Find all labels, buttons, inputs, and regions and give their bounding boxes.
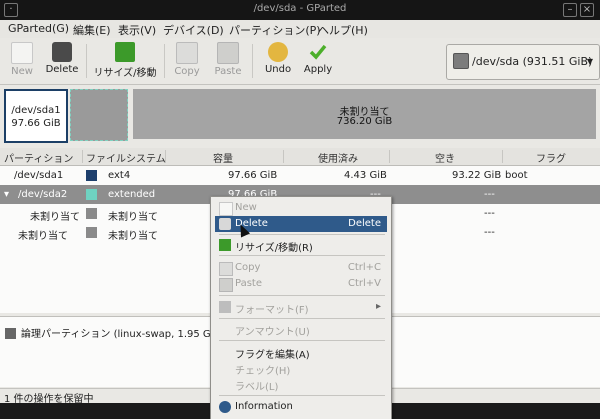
ctx-paste[interactable]: Paste Ctrl+V [215,276,387,292]
graph-partition-sda1[interactable]: /dev/sda1 97.66 GiB [4,89,68,143]
menu-view[interactable]: 表示(V) [118,22,156,38]
header-filesystem[interactable]: ファイルシステム [86,150,166,165]
menu-separator [219,340,385,341]
ctx-check[interactable]: チェック(H) [215,360,387,377]
toolbar-separator [164,44,165,78]
pending-operation-item[interactable]: 論理パーティション (linux-swap, 1.95 GiB) [5,325,224,340]
info-icon [219,401,231,413]
format-icon [219,301,231,313]
fs-color-swatch [86,227,97,238]
header-partition[interactable]: パーティション [4,150,73,165]
drive-icon [5,328,16,339]
menu-partition[interactable]: パーティション(P) [229,22,321,38]
title-bar: · /dev/sda - GParted – × [0,0,600,20]
graph-unallocated[interactable]: 未割り当て 736.20 GiB [133,89,596,139]
toolbar-separator [86,44,87,78]
submenu-arrow-icon: ▸ [375,301,381,312]
header-size[interactable]: 容量 [213,150,233,165]
device-selector[interactable]: /dev/sda (931.51 GiB) ▼ [446,44,600,80]
column-divider [165,150,166,163]
apply-button[interactable]: Apply [300,38,336,84]
column-divider [82,150,83,163]
resize-icon [219,239,231,251]
copy-icon [219,262,233,276]
table-row[interactable]: /dev/sda1 ext4 97.66 GiB 4.43 GiB 93.22 … [0,166,600,185]
fs-color-swatch [86,208,97,219]
ctx-format[interactable]: フォーマット(F) ▸ [215,299,387,316]
menu-help[interactable]: ヘルプ(H) [318,22,368,38]
menu-edit[interactable]: 編集(E) [73,22,111,38]
ctx-information[interactable]: Information [215,399,387,415]
copy-icon [176,42,198,64]
ctx-copy[interactable]: Copy Ctrl+C [215,260,387,276]
ctx-unmount[interactable]: アンマウント(U) [215,321,387,338]
ctx-resize[interactable]: リサイズ/移動(R) [215,237,387,254]
resize-button[interactable]: リサイズ/移動 [92,38,158,84]
menu-separator [219,395,385,396]
fs-color-swatch [86,170,97,181]
new-icon [219,202,233,216]
window-title: /dev/sda - GParted [253,3,347,14]
header-used[interactable]: 使用済み [318,150,358,165]
menu-gparted[interactable]: GParted(G) [8,22,69,35]
delete-icon [52,42,72,62]
delete-button[interactable]: Delete [42,38,82,84]
header-flags[interactable]: フラグ [536,150,566,165]
resize-icon [115,42,135,62]
fs-color-swatch [86,189,97,200]
new-icon [11,42,33,64]
undo-icon [268,42,288,62]
gparted-window: · /dev/sda - GParted – × GParted(G) 編集(E… [0,0,600,419]
ctx-new[interactable]: New [215,200,387,216]
paste-button[interactable]: Paste [210,38,246,84]
partition-graph: /dev/sda1 97.66 GiB 未割り当て 736.20 GiB [0,85,600,145]
column-divider [502,150,503,163]
header-free[interactable]: 空き [435,150,455,165]
graph-partition-sda2[interactable] [70,89,128,141]
menu-device[interactable]: デバイス(D) [163,22,224,38]
table-header: パーティション ファイルシステム 容量 使用済み 空き フラグ [0,148,600,166]
paste-icon [217,42,239,64]
menu-separator [219,318,385,319]
column-divider [389,150,390,163]
checkmark-icon [308,42,328,62]
close-icon[interactable]: × [580,3,594,17]
menu-separator [219,295,385,296]
toolbar-separator [252,44,253,78]
new-button[interactable]: New [6,38,38,84]
minimize-icon[interactable]: – [563,3,577,17]
expander-icon[interactable]: ▾ [4,189,9,200]
menu-bar: GParted(G) 編集(E) 表示(V) デバイス(D) パーティション(P… [0,20,600,38]
undo-button[interactable]: Undo [258,38,298,84]
ctx-label[interactable]: ラベル(L) [215,376,387,393]
chevron-down-icon: ▼ [586,57,593,66]
disk-icon [453,53,469,69]
column-divider [283,150,284,163]
device-selector-value: /dev/sda (931.51 GiB) [472,55,593,68]
copy-button[interactable]: Copy [170,38,204,84]
paste-icon [219,278,233,292]
menu-separator [219,255,385,256]
delete-icon [219,218,231,230]
ctx-edit-flags[interactable]: フラグを編集(A) [215,344,387,361]
